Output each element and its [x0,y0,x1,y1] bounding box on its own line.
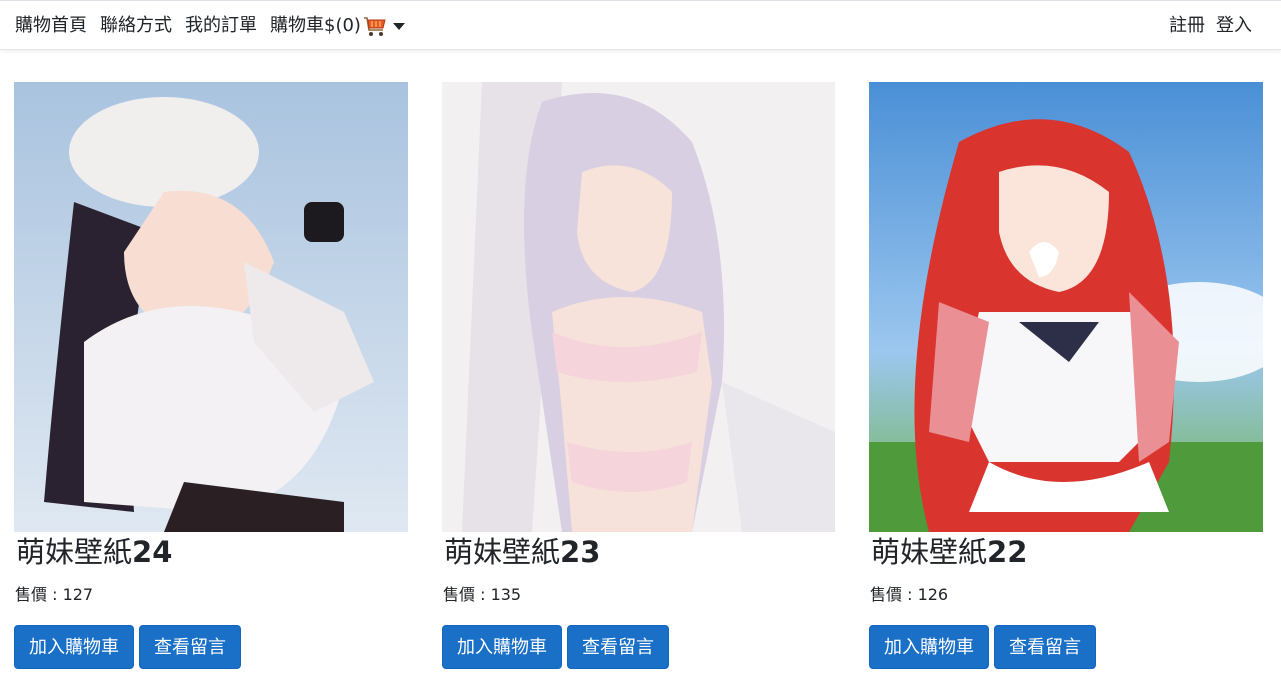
nav-cart-link[interactable]: 購物車$(0) [270,14,361,38]
product-title: 萌妹壁紙24 [16,534,408,570]
product-card: 萌妹壁紙23 售價 : 135 加入購物車 查看留言 [442,82,835,669]
add-to-cart-button[interactable]: 加入購物車 [442,625,562,669]
nav-right: 註冊 登入 [1158,14,1252,38]
product-title-text: 萌妹壁紙 [16,535,133,569]
product-card: 萌妹壁紙22 售價 : 126 加入購物車 查看留言 [869,82,1263,669]
add-to-cart-button[interactable]: 加入購物車 [14,625,134,669]
caret-down-icon[interactable] [392,22,405,30]
nav-home-link[interactable]: 購物首頁 [15,14,87,38]
product-card: 萌妹壁紙24 售價 : 127 加入購物車 查看留言 [14,82,408,669]
nav-login-link[interactable]: 登入 [1216,14,1252,38]
product-price: 售價 : 135 [443,585,522,604]
product-title-text: 萌妹壁紙 [444,535,561,569]
product-price: 售價 : 127 [15,585,94,604]
product-title: 萌妹壁紙23 [444,534,835,570]
product-number: 24 [132,535,173,569]
product-actions: 加入購物車 查看留言 [442,625,835,669]
product-title-text: 萌妹壁紙 [871,535,988,569]
view-comments-button[interactable]: 查看留言 [567,625,669,669]
nav-contact-link[interactable]: 聯絡方式 [100,14,172,38]
product-number: 22 [987,535,1028,569]
nav-orders-link[interactable]: 我的訂單 [185,14,257,38]
product-image[interactable] [442,82,835,532]
add-to-cart-button[interactable]: 加入購物車 [869,625,989,669]
product-image[interactable] [869,82,1263,532]
product-image[interactable] [14,82,408,532]
view-comments-button[interactable]: 查看留言 [139,625,241,669]
shopping-cart-icon[interactable] [363,14,387,38]
view-comments-button[interactable]: 查看留言 [994,625,1096,669]
nav-left: 購物首頁 聯絡方式 我的訂單 購物車$(0) [15,14,405,38]
product-actions: 加入購物車 查看留言 [14,625,408,669]
navbar: 購物首頁 聯絡方式 我的訂單 購物車$(0) 註冊 登入 [0,0,1281,50]
product-price: 售價 : 126 [870,585,949,604]
product-actions: 加入購物車 查看留言 [869,625,1263,669]
nav-register-link[interactable]: 註冊 [1169,14,1205,38]
product-title: 萌妹壁紙22 [871,534,1263,570]
product-number: 23 [560,535,601,569]
